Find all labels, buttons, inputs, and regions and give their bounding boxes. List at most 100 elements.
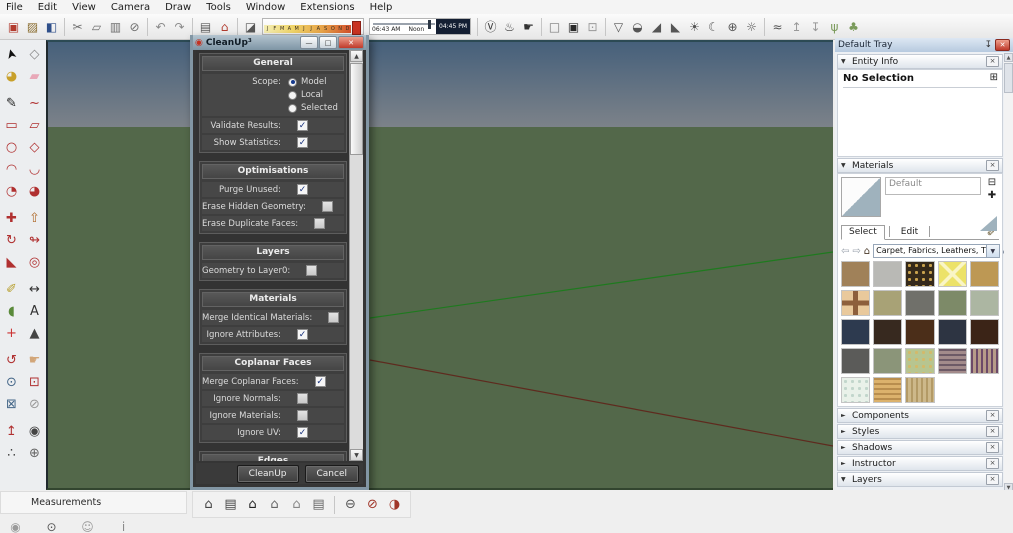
material-name-field[interactable]: Default	[885, 177, 981, 195]
tray-close-icon[interactable]: ✕	[995, 39, 1010, 51]
view-back-icon[interactable]: ⌂	[288, 495, 305, 514]
export-proxy-icon[interactable]: ↥	[788, 17, 805, 36]
tab-edit[interactable]: Edit	[894, 226, 925, 239]
material-swatch[interactable]	[873, 261, 902, 287]
material-swatch[interactable]	[970, 319, 999, 345]
import-proxy-icon[interactable]: ↧	[807, 17, 824, 36]
shadows-toggle-icon[interactable]: ◪	[242, 17, 259, 36]
tool-3d-text[interactable]: ▲	[23, 322, 46, 344]
tool-zoom-extents[interactable]: ⊠	[0, 393, 23, 415]
user-account-icon[interactable]: ☺	[79, 517, 96, 533]
checkbox-ignore-uv[interactable]: ✓	[297, 427, 308, 438]
model-info-icon[interactable]: ⌂	[216, 17, 233, 36]
vray-icon[interactable]: Ⓥ	[482, 17, 499, 36]
checkbox-geometry-to-layer0[interactable]	[306, 265, 317, 276]
omni-light-icon[interactable]: ☀	[686, 17, 703, 36]
tool-freehand[interactable]: ~	[23, 92, 46, 114]
tool-zoom-window[interactable]: ⊡	[23, 371, 46, 393]
ies-light-icon[interactable]: ◣	[667, 17, 684, 36]
maximize-icon[interactable]: □	[319, 36, 337, 49]
material-swatch[interactable]	[905, 377, 934, 403]
dome-light-2-icon[interactable]: ⊕	[724, 17, 741, 36]
group-header-instructor[interactable]: ►Instructor×	[837, 456, 1003, 471]
cancel-button[interactable]: Cancel	[305, 465, 360, 483]
tool-offset[interactable]: ◎	[23, 251, 46, 273]
material-swatch[interactable]	[873, 348, 902, 374]
tool-look-around[interactable]: ◉	[23, 420, 46, 442]
material-swatch[interactable]	[938, 261, 967, 287]
checkbox-merge-identical-materials[interactable]	[328, 312, 339, 323]
menu-window[interactable]: Window	[246, 2, 285, 13]
forward-arrow-icon[interactable]: ⇨	[852, 246, 860, 257]
viewport[interactable]	[46, 40, 833, 490]
entity-info-header[interactable]: ▼ Entity Info ×	[837, 54, 1003, 69]
material-swatch[interactable]	[970, 261, 999, 287]
material-swatch[interactable]	[841, 290, 870, 316]
spot-light-icon[interactable]: ◢	[648, 17, 665, 36]
home-icon[interactable]: ⌂	[864, 246, 870, 257]
group-header-components[interactable]: ►Components×	[837, 408, 1003, 423]
material-swatch[interactable]	[938, 290, 967, 316]
view-front-icon[interactable]: ⌂	[244, 495, 261, 514]
checkbox-show-statistics[interactable]: ✓	[297, 137, 308, 148]
material-swatch[interactable]	[938, 319, 967, 345]
lock-camera-icon[interactable]: ⊡	[584, 17, 601, 36]
scroll-thumb[interactable]	[350, 63, 363, 155]
undo-icon[interactable]: ↶	[152, 17, 169, 36]
chevron-down-icon[interactable]: ▼	[986, 245, 999, 257]
checkbox-ignore-attributes[interactable]: ✓	[297, 329, 308, 340]
tool-dimension[interactable]: ↔	[23, 278, 46, 300]
sun-light-icon[interactable]: ☼	[743, 17, 760, 36]
tool-arc[interactable]: ◠	[0, 158, 23, 180]
material-swatch[interactable]	[905, 319, 934, 345]
checkbox-erase-duplicate-faces[interactable]	[314, 218, 325, 229]
sphere-light-icon[interactable]: ◒	[629, 17, 646, 36]
material-swatch[interactable]	[841, 377, 870, 403]
print-icon[interactable]: ▤	[197, 17, 214, 36]
time-slider-handle[interactable]	[428, 20, 431, 29]
collection-dropdown[interactable]: Carpet, Fabrics, Leathers, T ▼	[873, 244, 1000, 258]
new-model-icon[interactable]: ▣	[5, 17, 22, 36]
paint-sample-swatch[interactable]	[980, 216, 997, 231]
save-model-icon[interactable]: ◧	[43, 17, 60, 36]
tool-text[interactable]: A	[23, 300, 46, 322]
group-header-layers[interactable]: ▼Layers×	[837, 472, 1003, 487]
tray-header[interactable]: Default Tray ↧ ✕	[835, 38, 1013, 52]
fog-icon[interactable]: ≈	[769, 17, 786, 36]
tool-rectangle[interactable]: ▭	[0, 114, 23, 136]
close-group-icon[interactable]: ×	[986, 474, 999, 485]
menu-edit[interactable]: Edit	[38, 2, 57, 13]
view-iso-icon[interactable]: ⌂	[200, 495, 217, 514]
group-header-styles[interactable]: ►Styles×	[837, 424, 1003, 439]
frame-buffer-icon[interactable]: ▣	[565, 17, 582, 36]
menu-camera[interactable]: Camera	[111, 2, 150, 13]
tool-section-plane[interactable]: ⊕	[23, 442, 46, 464]
radio-option-selected[interactable]: Selected	[288, 103, 338, 113]
paste-icon[interactable]: ▥	[107, 17, 124, 36]
tool-make-component[interactable]: ◇	[23, 43, 46, 65]
tool-position-camera[interactable]: ↥	[0, 420, 23, 442]
material-swatch[interactable]	[938, 348, 967, 374]
tool-pan[interactable]: ☛	[23, 349, 46, 371]
tool-previous[interactable]: ⊘	[23, 393, 46, 415]
checkbox-ignore-normals[interactable]	[297, 393, 308, 404]
tool-pie[interactable]: ◕	[23, 180, 46, 202]
checkbox-ignore-materials[interactable]	[297, 410, 308, 421]
section-fill-display-icon[interactable]: ◑	[386, 495, 403, 514]
radio-option-model[interactable]: Model	[288, 77, 327, 87]
dialog-scrollbar[interactable]: ▲ ▼	[349, 50, 363, 461]
tool-protractor[interactable]: ◖	[0, 300, 23, 322]
tool-axes[interactable]: +	[0, 322, 23, 344]
shadow-date-slider[interactable]: JFMAMJJASOND	[262, 18, 364, 35]
menu-extensions[interactable]: Extensions	[300, 2, 354, 13]
tool-scale[interactable]: ◣	[0, 251, 23, 273]
render-teapot-icon[interactable]: ♨	[501, 17, 518, 36]
mesh-light-icon[interactable]: ☾	[705, 17, 722, 36]
tool-follow-me[interactable]: ↬	[23, 229, 46, 251]
section-plane-display-icon[interactable]: ⊖	[342, 495, 359, 514]
date-slider-handle[interactable]	[352, 21, 361, 35]
material-swatch[interactable]	[970, 290, 999, 316]
pin-icon[interactable]: ↧	[984, 40, 992, 50]
cleanup-button[interactable]: CleanUp	[237, 465, 299, 483]
scroll-up-icon[interactable]: ▲	[350, 50, 363, 62]
